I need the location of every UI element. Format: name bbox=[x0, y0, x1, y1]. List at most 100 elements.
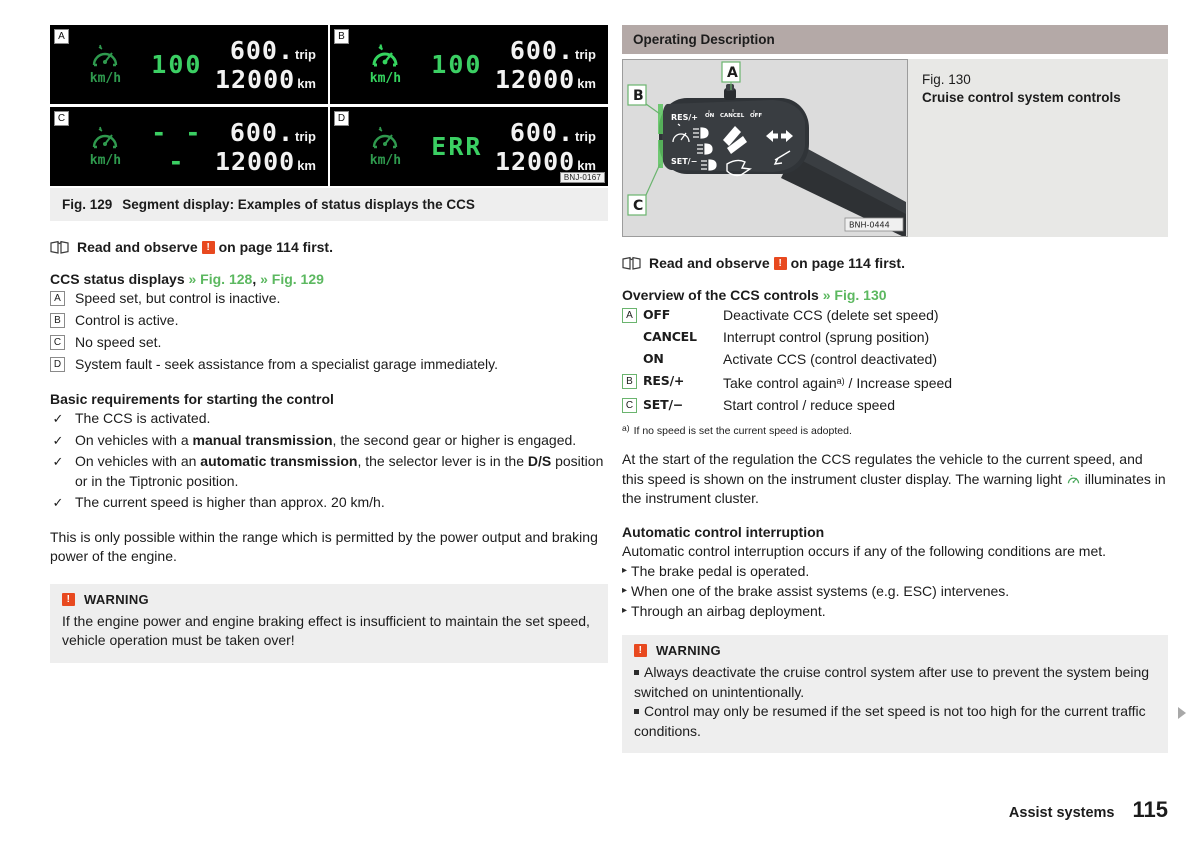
triangle-bullet-icon: ▸ bbox=[622, 585, 628, 596]
overview-row-desc: Interrupt control (sprung position) bbox=[723, 329, 930, 345]
next-page-arrow-icon[interactable] bbox=[1178, 707, 1186, 719]
overview-row-label: OFF bbox=[643, 307, 671, 322]
auto-interruption-item: ▸ Through an airbag deployment. bbox=[622, 601, 1168, 621]
auto-interruption-list: ▸ The brake pedal is operated. ▸ When one o… bbox=[622, 561, 1168, 621]
overview-row: CANCEL Interrupt control (sprung position… bbox=[622, 327, 1168, 347]
panel-a-odo-value: 12000 bbox=[214, 64, 296, 94]
overview-row-label: CANCEL bbox=[643, 329, 697, 344]
overview-footnote: a) If no speed is set the current speed i… bbox=[622, 421, 1168, 438]
overview-row-label: ON bbox=[643, 351, 664, 366]
square-bullet-icon bbox=[634, 670, 639, 675]
svg-text:RES/+: RES/+ bbox=[671, 113, 698, 122]
section-title-bar: Operating Description bbox=[622, 25, 1168, 54]
panel-d-odo-unit: km bbox=[577, 157, 596, 173]
overview-row: A OFF Deactivate CCS (delete set speed) bbox=[622, 305, 1168, 325]
read-observe-note-left: Read and observe ! on page 114 first. bbox=[50, 239, 608, 255]
xref-fig-129[interactable]: » Fig. 129 bbox=[260, 271, 324, 287]
panel-marker-c: C bbox=[54, 111, 69, 126]
read-observe-text-post: on page 114 first. bbox=[790, 255, 905, 271]
xref-fig-130[interactable]: » Fig. 130 bbox=[823, 287, 887, 303]
cruise-control-icon bbox=[373, 126, 398, 148]
warning-icon: ! bbox=[62, 592, 75, 606]
xref-fig-128[interactable]: » Fig. 128 bbox=[189, 271, 253, 287]
panel-b-status: km/h bbox=[352, 43, 419, 86]
status-item-key: D bbox=[50, 357, 65, 372]
warning-box-left-body: If the engine power and engine braking e… bbox=[62, 612, 590, 649]
status-item: D System fault - seek assistance from a s… bbox=[50, 355, 608, 374]
status-item-key: A bbox=[50, 291, 65, 306]
overview-row-desc: Start control / reduce speed bbox=[723, 397, 895, 413]
auto-interruption-intro: Automatic control interruption occurs if… bbox=[622, 542, 1107, 559]
requirement-item: ✓ The CCS is activated. bbox=[50, 409, 608, 429]
status-item-text: System fault - seek assistance from a sp… bbox=[75, 356, 499, 372]
figure-129: A km/h 100 600. trip 12000 km B km/h 100… bbox=[50, 25, 608, 221]
panel-d-unit: km/h bbox=[369, 152, 402, 168]
panel-a-status: km/h bbox=[72, 44, 139, 86]
auto-interruption-item: ▸ When one of the brake assist systems (e… bbox=[622, 581, 1168, 601]
check-icon: ✓ bbox=[52, 454, 64, 469]
panel-c-unit: km/h bbox=[89, 152, 122, 168]
overview-heading-title: Overview of the CCS controls bbox=[622, 287, 819, 303]
panel-b-unit: km/h bbox=[369, 70, 402, 86]
svg-text:OFF: OFF bbox=[750, 113, 762, 119]
ccs-status-heading: CCS status displays » Fig. 128, » Fig. 1… bbox=[50, 271, 608, 287]
status-item-key: B bbox=[50, 313, 65, 328]
panel-b-speed: 100 bbox=[431, 50, 483, 79]
footnote-marker: a) bbox=[622, 423, 630, 433]
left-column: A km/h 100 600. trip 12000 km B km/h 100… bbox=[50, 25, 608, 663]
status-item-text: Control is active. bbox=[75, 312, 179, 328]
warning-box-left-title: WARNING bbox=[84, 591, 149, 607]
page-footer: Assist systems 115 bbox=[1009, 797, 1168, 823]
status-item-text: No speed set. bbox=[75, 334, 162, 350]
auto-interruption-item-text: When one of the brake assist systems (e.… bbox=[631, 583, 1010, 599]
auto-interruption-item: ▸ The brake pedal is operated. bbox=[622, 561, 1168, 581]
panel-a-trip-value: 600. bbox=[229, 35, 295, 65]
warning-item: Always deactivate the cruise control sys… bbox=[634, 664, 1150, 700]
overview-row-key bbox=[622, 352, 637, 367]
triangle-bullet-icon: ▸ bbox=[622, 565, 628, 576]
requirement-item: ✓ On vehicles with a manual transmission,… bbox=[50, 431, 608, 451]
warning-icon: ! bbox=[201, 240, 215, 254]
cruise-control-icon-inline bbox=[1067, 474, 1080, 483]
segment-panel-c: C km/h - - - 600. trip 12000 km bbox=[50, 107, 328, 186]
panel-c-status: km/h bbox=[72, 126, 139, 168]
requirement-text: On vehicles with an automatic transmissi… bbox=[75, 453, 604, 489]
book-icon bbox=[622, 256, 641, 270]
requirements-heading: Basic requirements for starting the cont… bbox=[50, 391, 334, 407]
cruise-control-icon bbox=[93, 44, 118, 66]
overview-controls-list: A OFF Deactivate CCS (delete set speed) CAN… bbox=[622, 305, 1168, 415]
footnote-ref: a) bbox=[836, 376, 845, 386]
figure-130: ON CANCEL OFF RES/+ SET/− A B C BNH-0444… bbox=[622, 59, 1168, 237]
panel-b-odo-unit: km bbox=[577, 75, 596, 91]
check-icon: ✓ bbox=[52, 411, 64, 426]
regulation-paragraph-pre: At the start of the regulation the CCS r… bbox=[622, 451, 1143, 487]
ccs-status-list: A Speed set, but control is inactive. B Con… bbox=[50, 289, 608, 374]
cruise-control-icon-active bbox=[372, 43, 398, 66]
segment-display-grid: A km/h 100 600. trip 12000 km B km/h 100… bbox=[50, 25, 608, 186]
figure-129-image-code: BNJ-0167 bbox=[559, 172, 605, 183]
panel-c-odo-value: 12000 bbox=[214, 146, 296, 176]
overview-row: C SET/− Start control / reduce speed bbox=[622, 395, 1168, 415]
panel-b-readout: 600. trip 12000 km bbox=[495, 36, 600, 94]
figure-130-image-code: BNH-0444 bbox=[849, 221, 890, 230]
overview-row-key: C bbox=[622, 398, 637, 413]
status-item: A Speed set, but control is inactive. bbox=[50, 289, 608, 308]
panel-c-speed: - - - bbox=[151, 117, 203, 176]
figure-129-number: Fig. 129 bbox=[62, 197, 113, 212]
overview-row: B RES/+ Take control againa) / Increase sp… bbox=[622, 371, 1168, 393]
overview-row-key: A bbox=[622, 308, 637, 323]
segment-panel-a: A km/h 100 600. trip 12000 km bbox=[50, 25, 328, 104]
svg-text:ON: ON bbox=[705, 113, 715, 119]
square-bullet-icon bbox=[634, 709, 639, 714]
warning-box-right-header: ! WARNING bbox=[634, 643, 1156, 658]
panel-marker-a: A bbox=[54, 29, 69, 44]
regulation-paragraph: At the start of the regulation the CCS r… bbox=[622, 450, 1168, 509]
warning-icon: ! bbox=[773, 256, 787, 270]
svg-text:SET/−: SET/− bbox=[671, 157, 697, 166]
overview-row-desc: Activate CCS (control deactivated) bbox=[723, 351, 937, 367]
xref-separator: , bbox=[252, 271, 257, 287]
panel-a-speed: 100 bbox=[151, 50, 203, 79]
figure-129-caption-text: Segment display: Examples of status disp… bbox=[122, 197, 475, 212]
check-icon: ✓ bbox=[52, 495, 64, 510]
read-observe-text-pre: Read and observe bbox=[649, 255, 770, 271]
